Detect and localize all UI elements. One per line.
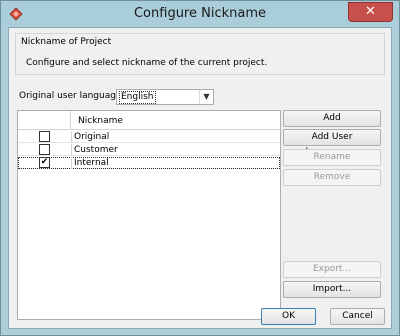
table-header: Nickname [18, 111, 280, 130]
rename-button[interactable]: Rename [283, 149, 381, 166]
project-nickname-group: Nickname of Project Configure and select… [15, 33, 385, 75]
cancel-button[interactable]: Cancel [330, 308, 385, 325]
nickname-cell[interactable]: Customer [74, 144, 118, 156]
group-title: Nickname of Project [21, 37, 112, 47]
export-button[interactable]: Export... [283, 261, 381, 278]
table-row[interactable]: Customer [18, 144, 280, 156]
add-user-language-button[interactable]: Add User Language... [283, 129, 381, 157]
dialog-window: Configure Nickname ✕ Nickname of Project… [0, 0, 400, 336]
table-row[interactable]: Original [18, 131, 280, 143]
ok-button[interactable]: OK [261, 308, 316, 325]
checkbox-unchecked[interactable] [39, 144, 50, 155]
language-label: Original user language: [19, 91, 125, 101]
language-select[interactable]: English ▼ [116, 89, 214, 105]
dialog-body: Nickname of Project Configure and select… [8, 27, 392, 329]
checkbox-column-header[interactable] [18, 111, 71, 130]
checkbox-unchecked[interactable] [39, 131, 50, 142]
title-bar[interactable]: Configure Nickname ✕ [1, 1, 399, 27]
group-description: Configure and select nickname of the cur… [26, 58, 268, 68]
close-icon: ✕ [365, 4, 376, 19]
cell-divider [71, 157, 72, 169]
nickname-cell[interactable]: Original [74, 131, 109, 143]
remove-button[interactable]: Remove [283, 169, 381, 186]
close-button[interactable]: ✕ [348, 2, 393, 22]
chevron-down-icon[interactable]: ▼ [199, 90, 213, 104]
language-value: English [119, 91, 156, 104]
cell-divider [71, 144, 72, 156]
add-button[interactable]: Add [283, 110, 381, 127]
window-title: Configure Nickname [133, 6, 267, 21]
nickname-table[interactable]: Nickname Original Customer ✔ Internal [17, 110, 281, 320]
nickname-cell[interactable]: Internal [74, 157, 109, 169]
cell-divider [71, 131, 72, 143]
checkbox-checked[interactable]: ✔ [39, 157, 50, 168]
table-row[interactable]: ✔ Internal [18, 157, 280, 169]
import-button[interactable]: Import... [283, 281, 381, 298]
nickname-column-header[interactable]: Nickname [78, 116, 123, 126]
